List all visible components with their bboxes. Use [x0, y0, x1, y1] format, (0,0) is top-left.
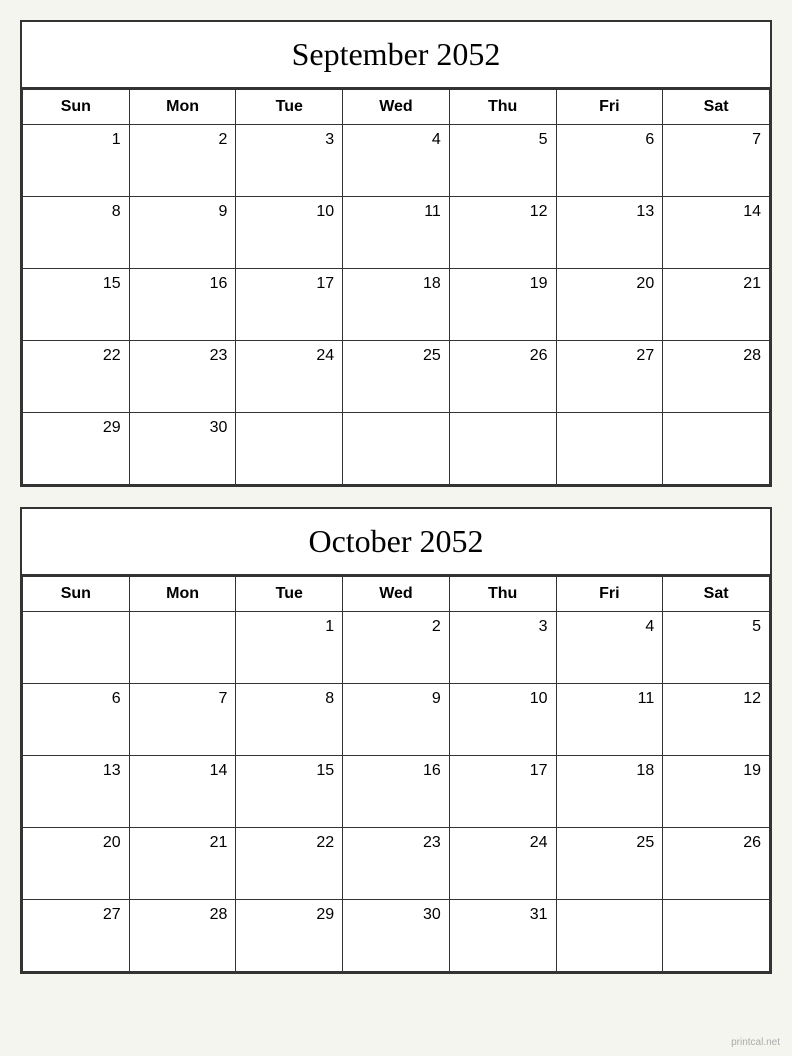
table-row: 8	[23, 197, 130, 269]
table-row: 11	[556, 684, 663, 756]
table-row: 28	[129, 900, 236, 972]
table-row	[343, 413, 450, 485]
table-row: 11	[343, 197, 450, 269]
col-mon-sep: Mon	[129, 90, 236, 125]
table-row: 20	[23, 828, 130, 900]
table-row: 30	[343, 900, 450, 972]
table-row: 17	[236, 269, 343, 341]
col-mon-oct: Mon	[129, 577, 236, 612]
table-row: 9	[343, 684, 450, 756]
col-sun-oct: Sun	[23, 577, 130, 612]
col-sat-sep: Sat	[663, 90, 770, 125]
col-wed-oct: Wed	[343, 577, 450, 612]
table-row: 7	[663, 125, 770, 197]
table-row: 2	[129, 125, 236, 197]
table-row: 26	[663, 828, 770, 900]
table-row: 20	[556, 269, 663, 341]
table-row: 22	[236, 828, 343, 900]
table-row: 29	[23, 413, 130, 485]
table-row: 15	[23, 269, 130, 341]
table-row: 2	[343, 612, 450, 684]
table-row: 4	[556, 612, 663, 684]
table-row: 27	[23, 900, 130, 972]
table-row: 22	[23, 341, 130, 413]
table-row: 15	[236, 756, 343, 828]
table-row	[449, 413, 556, 485]
col-wed-sep: Wed	[343, 90, 450, 125]
table-row: 23	[343, 828, 450, 900]
table-row: 7	[129, 684, 236, 756]
watermark: printcal.net	[731, 1037, 780, 1048]
table-row: 13	[23, 756, 130, 828]
col-fri-oct: Fri	[556, 577, 663, 612]
table-row: 9	[129, 197, 236, 269]
table-row: 5	[449, 125, 556, 197]
col-thu-oct: Thu	[449, 577, 556, 612]
table-row: 8	[236, 684, 343, 756]
table-row: 30	[129, 413, 236, 485]
col-fri-sep: Fri	[556, 90, 663, 125]
table-row: 13	[556, 197, 663, 269]
table-row: 16	[343, 756, 450, 828]
table-row: 21	[663, 269, 770, 341]
table-row: 14	[129, 756, 236, 828]
table-row: 19	[663, 756, 770, 828]
table-row: 18	[556, 756, 663, 828]
october-title: October 2052	[22, 509, 770, 576]
table-row: 6	[23, 684, 130, 756]
table-row: 19	[449, 269, 556, 341]
table-row: 26	[449, 341, 556, 413]
table-row: 4	[343, 125, 450, 197]
table-row: 10	[236, 197, 343, 269]
table-row	[556, 413, 663, 485]
table-row	[556, 900, 663, 972]
table-row	[663, 413, 770, 485]
table-row: 31	[449, 900, 556, 972]
table-row: 21	[129, 828, 236, 900]
october-calendar: October 2052 Sun Mon Tue Wed Thu Fri Sat…	[20, 507, 772, 974]
table-row: 18	[343, 269, 450, 341]
table-row: 25	[556, 828, 663, 900]
table-row: 12	[663, 684, 770, 756]
september-title: September 2052	[22, 22, 770, 89]
col-tue-sep: Tue	[236, 90, 343, 125]
col-sun-sep: Sun	[23, 90, 130, 125]
table-row: 28	[663, 341, 770, 413]
table-row: 23	[129, 341, 236, 413]
table-row: 17	[449, 756, 556, 828]
table-row: 1	[236, 612, 343, 684]
table-row: 3	[236, 125, 343, 197]
table-row: 27	[556, 341, 663, 413]
col-sat-oct: Sat	[663, 577, 770, 612]
table-row	[129, 612, 236, 684]
table-row: 16	[129, 269, 236, 341]
september-calendar: September 2052 Sun Mon Tue Wed Thu Fri S…	[20, 20, 772, 487]
table-row: 24	[236, 341, 343, 413]
table-row	[23, 612, 130, 684]
table-row: 1	[23, 125, 130, 197]
col-thu-sep: Thu	[449, 90, 556, 125]
table-row: 14	[663, 197, 770, 269]
table-row: 10	[449, 684, 556, 756]
table-row: 3	[449, 612, 556, 684]
table-row: 5	[663, 612, 770, 684]
table-row: 12	[449, 197, 556, 269]
table-row: 25	[343, 341, 450, 413]
table-row: 24	[449, 828, 556, 900]
col-tue-oct: Tue	[236, 577, 343, 612]
table-row	[663, 900, 770, 972]
table-row: 6	[556, 125, 663, 197]
table-row: 29	[236, 900, 343, 972]
table-row	[236, 413, 343, 485]
